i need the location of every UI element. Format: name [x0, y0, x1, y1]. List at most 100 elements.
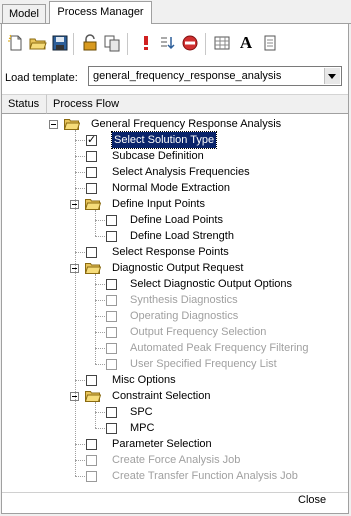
- tree-item-label: Synthesis Diagnostics: [130, 294, 238, 306]
- tree-item-label[interactable]: Select Analysis Frequencies: [112, 164, 250, 180]
- tree-item-label[interactable]: SPC: [130, 404, 153, 420]
- status-checkbox[interactable]: [86, 151, 97, 162]
- tree-step-row[interactable]: MPC: [2, 420, 348, 436]
- toolbar-separator: [73, 33, 75, 55]
- tree-item-label[interactable]: Define Load Strength: [130, 228, 234, 244]
- tree-step-row[interactable]: Select Analysis Frequencies: [2, 164, 348, 180]
- tree-connector: [95, 428, 105, 429]
- tree-item-label[interactable]: Normal Mode Extraction: [112, 180, 230, 196]
- tree-folder-row[interactable]: General Frequency Response Analysis: [2, 116, 348, 132]
- tree-step-row[interactable]: Subcase Definition: [2, 148, 348, 164]
- tree-connector: [95, 412, 105, 413]
- new-icon[interactable]: [7, 34, 25, 52]
- alert-icon[interactable]: [137, 34, 155, 52]
- status-checkbox[interactable]: [86, 439, 97, 450]
- tree-folder-row[interactable]: Define Input Points: [2, 196, 348, 212]
- tree-item-label[interactable]: Select Solution Type: [110, 131, 218, 149]
- tree-item-label: Operating Diagnostics: [130, 310, 239, 322]
- tree-connector: [95, 274, 96, 364]
- tree-step-row[interactable]: Define Load Strength: [2, 228, 348, 244]
- tree-connector: [95, 332, 105, 333]
- tree-item-label[interactable]: Misc Options: [112, 372, 176, 388]
- tree-step-row[interactable]: SPC: [2, 404, 348, 420]
- grid-icon[interactable]: [213, 34, 231, 52]
- tree-step-row[interactable]: Select Diagnostic Output Options: [2, 276, 348, 292]
- collapse-toggle-icon[interactable]: [49, 120, 58, 129]
- toolbar: A: [5, 30, 345, 58]
- tree-connector: [75, 172, 85, 173]
- tree-item-label: Automated Peak Frequency Filtering: [130, 342, 309, 354]
- status-checkbox[interactable]: [106, 279, 117, 290]
- open-folder-icon[interactable]: [29, 34, 47, 52]
- folder-open-icon: [84, 262, 102, 274]
- tree-connector: [75, 444, 85, 445]
- tree-item-label[interactable]: Constraint Selection: [112, 388, 210, 404]
- tree-item-label[interactable]: Define Input Points: [112, 196, 205, 212]
- process-manager-window: Model Process Manager A Load template: g…: [0, 0, 351, 516]
- tree-step-row[interactable]: Synthesis Diagnostics: [2, 292, 348, 308]
- tree-connector: [95, 364, 105, 365]
- tree-step-row[interactable]: Create Transfer Function Analysis Job: [2, 468, 348, 484]
- tree-item-label[interactable]: Select Diagnostic Output Options: [130, 276, 292, 292]
- tree-item-label[interactable]: MPC: [130, 420, 154, 436]
- status-checkbox: [106, 295, 117, 306]
- tree-step-row[interactable]: Misc Options: [2, 372, 348, 388]
- folder-open-icon: [84, 198, 102, 210]
- column-header-process-flow[interactable]: Process Flow: [47, 94, 348, 114]
- load-template-value: general_frequency_response_analysis: [93, 70, 282, 82]
- tree-step-row[interactable]: User Specified Frequency List: [2, 356, 348, 372]
- stop-icon[interactable]: [181, 34, 199, 52]
- tree-step-row[interactable]: Automated Peak Frequency Filtering: [2, 340, 348, 356]
- status-checkbox[interactable]: [106, 423, 117, 434]
- tree-item-label[interactable]: General Frequency Response Analysis: [91, 116, 281, 132]
- tree-step-row[interactable]: Create Force Analysis Job: [2, 452, 348, 468]
- status-checkbox: [86, 471, 97, 482]
- tree-step-row[interactable]: Output Frequency Selection: [2, 324, 348, 340]
- tab-process-manager[interactable]: Process Manager: [49, 1, 152, 24]
- status-checkbox[interactable]: [86, 375, 97, 386]
- status-checkbox[interactable]: [86, 183, 97, 194]
- status-checkbox: [86, 455, 97, 466]
- tree-connector: [75, 252, 85, 253]
- tree-step-row[interactable]: Parameter Selection: [2, 436, 348, 452]
- tree-item-label: Output Frequency Selection: [130, 326, 267, 338]
- tree-item-label[interactable]: Subcase Definition: [112, 148, 204, 164]
- status-checkbox[interactable]: [86, 132, 97, 148]
- tree-connector: [75, 130, 76, 476]
- tree-step-row[interactable]: Select Response Points: [2, 244, 348, 260]
- load-template-select[interactable]: general_frequency_response_analysis: [88, 66, 342, 86]
- document-icon[interactable]: [261, 34, 279, 52]
- status-checkbox[interactable]: [106, 231, 117, 242]
- chevron-down-icon[interactable]: [324, 68, 340, 84]
- tree-connector: [95, 316, 105, 317]
- tree-folder-row[interactable]: Diagnostic Output Request: [2, 260, 348, 276]
- close-button[interactable]: Close: [298, 494, 326, 506]
- status-checkbox[interactable]: [86, 247, 97, 258]
- tree-item-label[interactable]: Select Response Points: [112, 244, 229, 260]
- tree-step-row[interactable]: Normal Mode Extraction: [2, 180, 348, 196]
- tree-connector: [95, 236, 105, 237]
- lock-icon[interactable]: [81, 34, 99, 52]
- tree-folder-row[interactable]: Constraint Selection: [2, 388, 348, 404]
- status-checkbox: [106, 359, 117, 370]
- column-header-status[interactable]: Status: [2, 94, 47, 114]
- tree-item-label[interactable]: Diagnostic Output Request: [112, 260, 243, 276]
- status-checkbox[interactable]: [86, 167, 97, 178]
- save-icon[interactable]: [51, 34, 69, 52]
- copy-icon[interactable]: [103, 34, 121, 52]
- toolbar-separator: [205, 33, 207, 55]
- status-checkbox[interactable]: [106, 215, 117, 226]
- list-icon[interactable]: [159, 34, 177, 52]
- tree-connector: [75, 460, 85, 461]
- tab-model[interactable]: Model: [2, 4, 46, 23]
- tree-item-label[interactable]: Define Load Points: [130, 212, 223, 228]
- tree-step-row[interactable]: Define Load Points: [2, 212, 348, 228]
- tree-connector: [75, 188, 85, 189]
- status-checkbox: [106, 343, 117, 354]
- tree-step-row[interactable]: Operating Diagnostics: [2, 308, 348, 324]
- tree-item-label[interactable]: Parameter Selection: [112, 436, 212, 452]
- font-icon[interactable]: A: [237, 34, 255, 52]
- status-checkbox[interactable]: [106, 407, 117, 418]
- tree-step-row[interactable]: Select Solution Type: [2, 131, 348, 149]
- folder-open-icon: [63, 118, 81, 130]
